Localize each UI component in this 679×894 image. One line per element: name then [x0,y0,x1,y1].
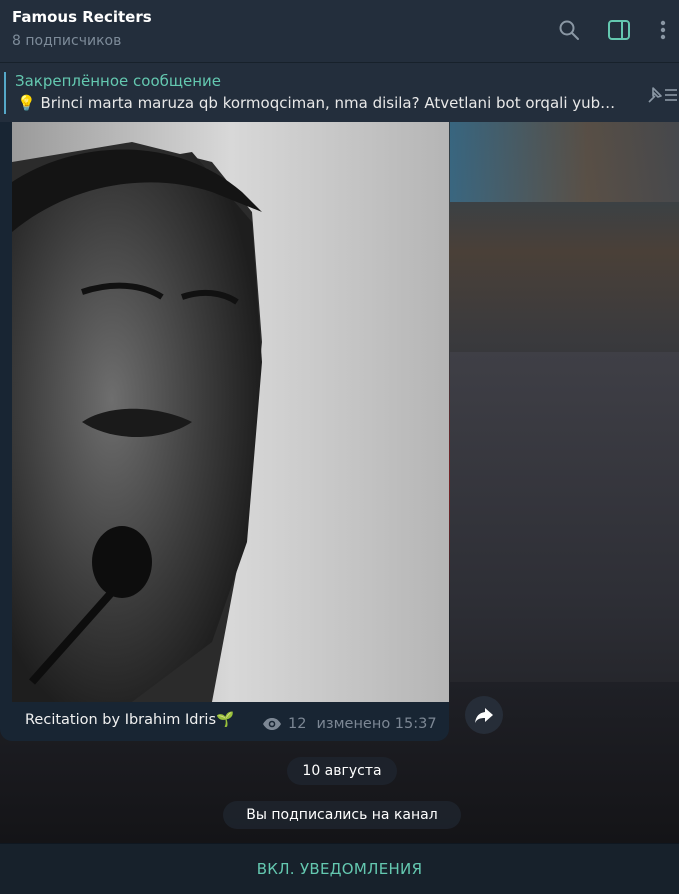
message-meta: 12 изменено 15:37 [262,716,437,732]
views-eye-icon [263,718,281,730]
date-separator: 10 августа [287,757,397,785]
pin-list-button[interactable] [645,84,679,110]
pinned-message-bar[interactable]: Закреплённое сообщение 💡 Brinci marta ma… [0,62,679,122]
message-bubble[interactable] [0,122,449,741]
photo-portrait [12,122,449,702]
chat-header: Famous Reciters 8 подписчиков [0,0,679,62]
search-icon [559,20,579,40]
notifications-toggle-label: ВКЛ. УВЕДОМЛЕНИЯ [256,860,423,878]
more-vertical-icon [660,20,666,40]
pinned-indicator [4,72,6,114]
sidebar-toggle-button[interactable] [605,16,633,44]
sidebar-toggle-icon [608,20,630,40]
notifications-toggle-button[interactable]: ВКЛ. УВЕДОМЛЕНИЯ [0,843,679,894]
more-button[interactable] [649,16,677,44]
pinned-text: 💡 Brinci marta maruza qb kormoqciman, nm… [17,94,616,112]
view-count: 12 [288,716,307,732]
message-photo[interactable] [12,122,449,702]
channel-title[interactable]: Famous Reciters [12,8,152,26]
pinned-label: Закреплённое сообщение [15,72,222,90]
edited-time: изменено 15:37 [316,716,437,732]
wallpaper-street-lights [450,122,679,202]
subscriber-count: 8 подписчиков [12,33,122,49]
date-separator-label: 10 августа [302,763,382,779]
search-button[interactable] [555,16,583,44]
joined-channel-notice: Вы подписались на канал [223,801,461,829]
message-caption: Recitation by Ibrahim Idris🌱 [25,712,235,728]
share-icon [475,708,493,723]
forward-button[interactable] [465,696,503,734]
pin-list-icon [648,87,677,103]
joined-channel-label: Вы подписались на канал [246,807,438,823]
